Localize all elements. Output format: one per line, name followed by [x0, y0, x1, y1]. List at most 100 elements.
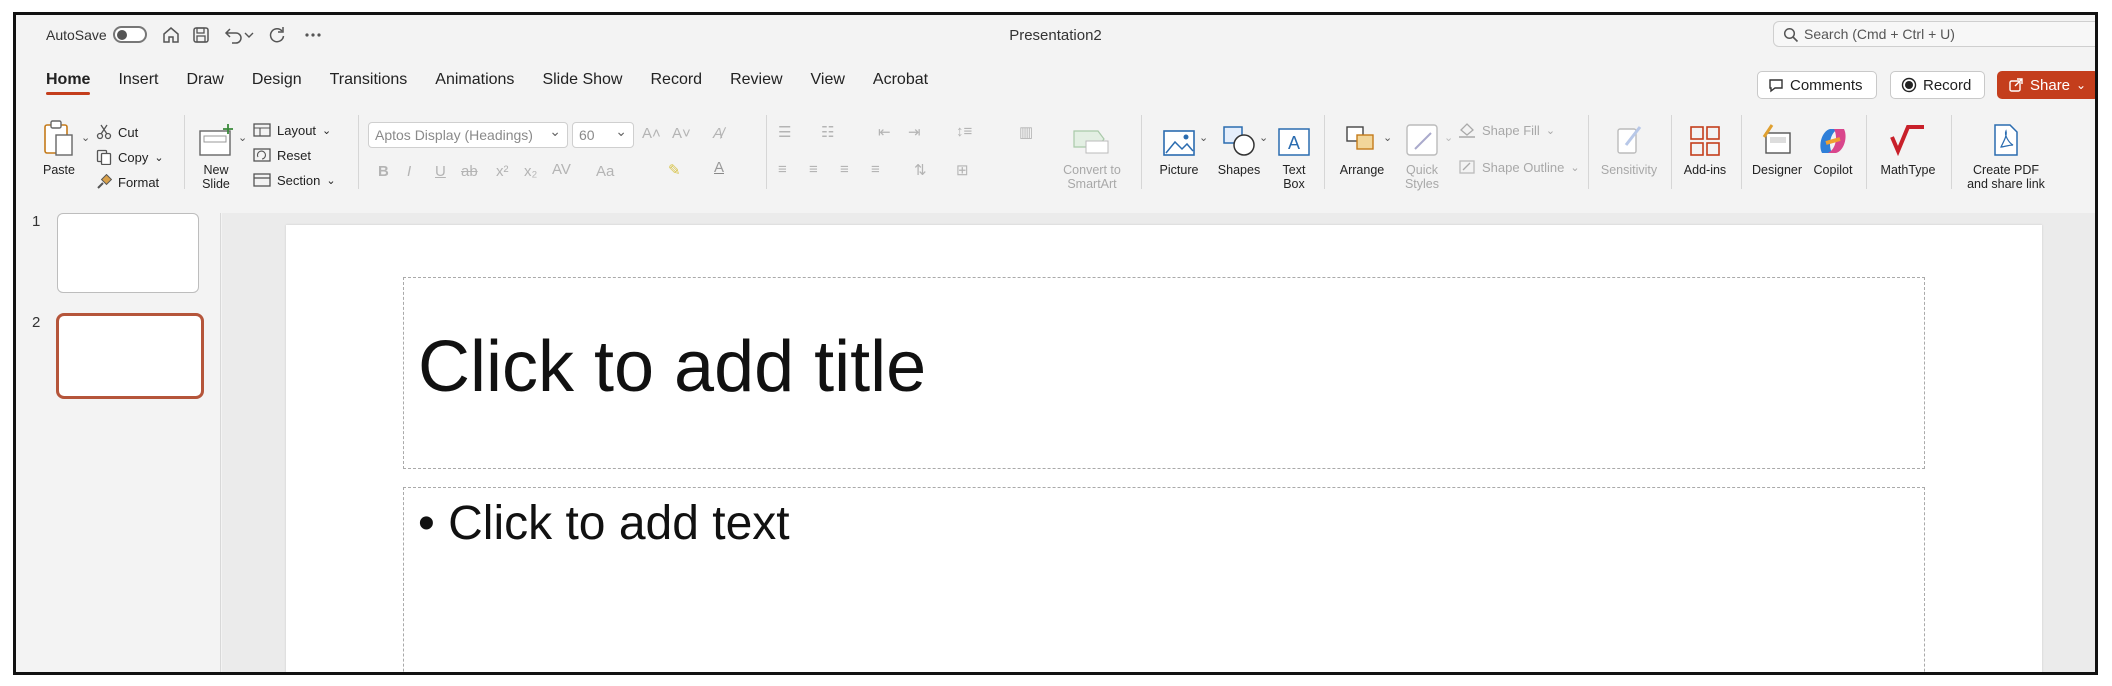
create-pdf-label-2: and share link	[1967, 177, 2045, 191]
numbering-icon[interactable]: ☷	[821, 123, 834, 141]
new-slide-button[interactable]: New Slide	[194, 117, 238, 191]
decrease-indent-icon[interactable]: ⇤	[878, 123, 891, 141]
tab-home[interactable]: Home	[32, 65, 104, 95]
slide-thumbnail-selected[interactable]	[56, 313, 204, 399]
columns-icon[interactable]: ▥	[1019, 123, 1033, 141]
text-box-button[interactable]: A Text Box	[1272, 117, 1316, 191]
bold-icon[interactable]: B	[378, 163, 389, 180]
search-icon	[1783, 27, 1799, 43]
align-left-icon[interactable]: ≡	[778, 161, 787, 178]
font-size-dropdown[interactable]: 60	[572, 122, 634, 148]
text-box-label-1: Text	[1282, 163, 1306, 177]
create-pdf-button[interactable]: Create PDF and share link	[1956, 117, 2056, 191]
reset-icon	[253, 148, 271, 162]
tab-design[interactable]: Design	[238, 65, 316, 95]
superscript-icon[interactable]: x²	[496, 163, 509, 180]
shapes-button[interactable]: Shapes	[1212, 117, 1266, 177]
convert-smartart-label-1: Convert to	[1063, 163, 1121, 177]
tab-view[interactable]: View	[797, 65, 859, 95]
quick-styles-button[interactable]: Quick Styles	[1396, 117, 1448, 191]
convert-to-smartart-button[interactable]: Convert to SmartArt	[1051, 117, 1133, 191]
mathtype-button[interactable]: MathType	[1872, 117, 1944, 177]
cut-button[interactable]: Cut	[96, 121, 138, 143]
comments-label: Comments	[1790, 76, 1863, 94]
powerpoint-window: AutoSave Presentation2 Search (Cmd + Ctr…	[13, 12, 2098, 675]
shape-fill-label: Shape Fill	[1482, 122, 1540, 138]
tab-review[interactable]: Review	[716, 65, 796, 95]
tab-acrobat[interactable]: Acrobat	[859, 65, 942, 95]
mathtype-icon	[1872, 117, 1944, 157]
copilot-button[interactable]: Copilot	[1808, 117, 1858, 177]
character-spacing-icon[interactable]: AV	[552, 161, 571, 178]
record-button[interactable]: Record	[1890, 71, 1985, 99]
new-slide-dropdown-icon[interactable]: ⌄	[238, 131, 247, 144]
cut-label: Cut	[118, 124, 139, 140]
picture-button[interactable]: Picture	[1151, 117, 1207, 177]
quick-styles-label-2: Styles	[1404, 177, 1440, 191]
reset-button[interactable]: Reset	[253, 144, 311, 166]
sensitivity-button[interactable]: Sensitivity	[1594, 117, 1664, 177]
content-placeholder[interactable]: • Click to add text	[403, 487, 1925, 672]
layout-button[interactable]: Layout ⌄	[253, 119, 331, 141]
slide-thumbnail[interactable]	[57, 213, 199, 293]
arrange-icon	[1334, 117, 1390, 157]
arrange-dropdown-icon[interactable]: ⌄	[1383, 131, 1392, 144]
increase-font-size-icon[interactable]: A˄	[642, 125, 661, 142]
picture-dropdown-icon[interactable]: ⌄	[1199, 131, 1208, 144]
section-button[interactable]: Section ⌄	[253, 169, 336, 191]
comment-icon	[1769, 78, 1783, 92]
copy-button[interactable]: Copy ⌄	[96, 146, 164, 168]
font-name-dropdown[interactable]: Aptos Display (Headings)	[368, 122, 568, 148]
chevron-down-icon: ⌄	[1545, 124, 1556, 137]
search-input[interactable]: Search (Cmd + Ctrl + U)	[1773, 21, 2095, 47]
change-case-icon[interactable]: Aa	[596, 163, 614, 180]
increase-indent-icon[interactable]: ⇥	[908, 123, 921, 141]
share-button[interactable]: Share ⌄	[1997, 71, 2095, 99]
strikethrough-icon[interactable]: ab	[461, 163, 478, 180]
paste-dropdown-icon[interactable]: ⌄	[81, 131, 90, 144]
tab-transitions[interactable]: Transitions	[316, 65, 422, 95]
slide-thumbnails-pane: 1 2	[16, 213, 221, 672]
shape-fill-button[interactable]: Shape Fill ⌄	[1458, 119, 1555, 141]
quick-styles-dropdown-icon[interactable]: ⌄	[1444, 131, 1453, 144]
title-bar: AutoSave Presentation2 Search (Cmd + Ctr…	[16, 15, 2095, 53]
ribbon-separator	[1866, 115, 1867, 189]
tab-record[interactable]: Record	[636, 65, 716, 95]
tab-draw[interactable]: Draw	[172, 65, 237, 95]
new-slide-label-1: New	[203, 163, 229, 177]
tab-slide-show[interactable]: Slide Show	[528, 65, 636, 95]
ribbon-separator	[1951, 115, 1952, 189]
paste-label: Paste	[43, 163, 75, 177]
designer-button[interactable]: Designer	[1746, 117, 1808, 177]
bullets-icon[interactable]: ☰	[778, 123, 791, 141]
new-slide-icon	[194, 117, 238, 157]
add-ins-button[interactable]: Add-ins	[1676, 117, 1734, 177]
font-color-icon[interactable]: A	[714, 159, 724, 176]
underline-icon[interactable]: U	[435, 163, 446, 180]
shape-outline-button[interactable]: Shape Outline ⌄	[1458, 156, 1580, 178]
mathtype-label: MathType	[1880, 163, 1936, 177]
slide-editing-area: Click to add title • Click to add text	[222, 213, 2095, 672]
align-right-icon[interactable]: ≡	[840, 161, 849, 178]
title-placeholder[interactable]: Click to add title	[403, 277, 1925, 469]
tab-animations[interactable]: Animations	[421, 65, 528, 95]
subscript-icon[interactable]: x₂	[524, 163, 537, 180]
paste-button[interactable]: Paste	[34, 117, 84, 177]
italic-icon[interactable]: I	[407, 163, 411, 180]
sensitivity-label: Sensitivity	[1600, 163, 1658, 177]
decrease-font-size-icon[interactable]: A˅	[672, 125, 691, 142]
text-direction-icon[interactable]: ⇅	[914, 161, 927, 179]
comments-button[interactable]: Comments	[1757, 71, 1877, 99]
justify-icon[interactable]: ≡	[871, 161, 880, 178]
clear-formatting-icon[interactable]: A̸	[713, 125, 723, 142]
tab-insert[interactable]: Insert	[104, 65, 172, 95]
align-text-icon[interactable]: ⊞	[956, 161, 969, 179]
reset-label: Reset	[277, 147, 311, 163]
slide: Click to add title • Click to add text	[286, 225, 2042, 672]
arrange-button[interactable]: Arrange	[1334, 117, 1390, 177]
format-painter-button[interactable]: Format	[96, 171, 159, 193]
align-center-icon[interactable]: ≡	[809, 161, 818, 178]
shapes-dropdown-icon[interactable]: ⌄	[1259, 131, 1268, 144]
highlight-icon[interactable]: ✎	[668, 161, 681, 179]
line-spacing-icon[interactable]: ↕≡	[956, 123, 972, 140]
